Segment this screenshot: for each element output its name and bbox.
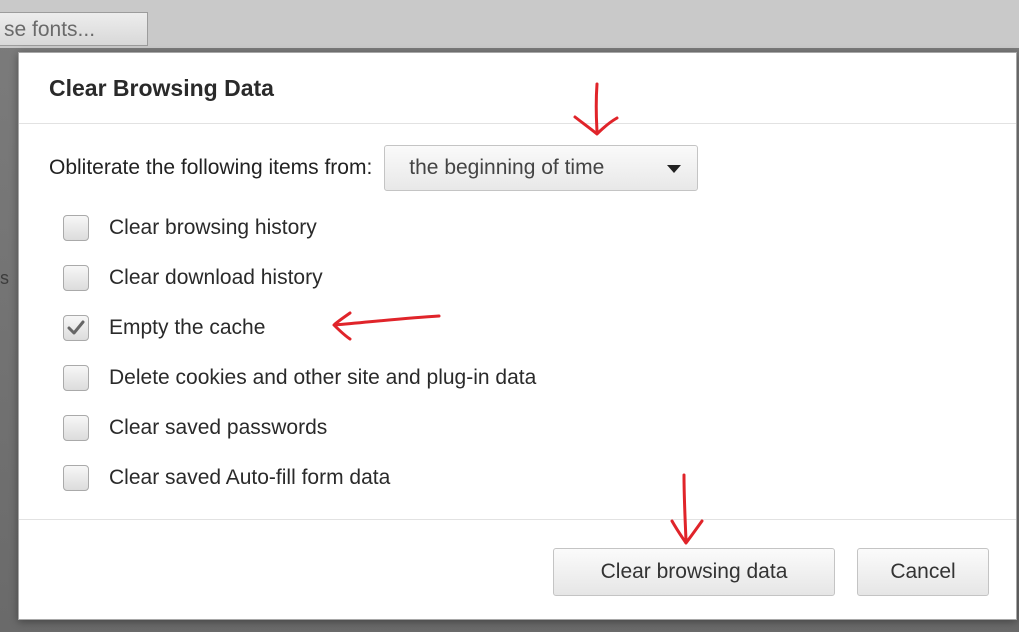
option-label: Clear download history — [109, 266, 323, 289]
dialog-title: Clear Browsing Data — [49, 75, 274, 101]
options-list: Clear browsing history Clear download hi… — [63, 203, 536, 503]
option-label: Empty the cache — [109, 316, 266, 339]
time-range-select[interactable]: the beginning of time — [384, 145, 699, 191]
background-text-fragment: s — [0, 268, 9, 288]
checkbox[interactable] — [63, 415, 89, 441]
option-delete-cookies[interactable]: Delete cookies and other site and plug-i… — [63, 353, 536, 403]
option-label: Clear saved Auto-fill form data — [109, 466, 391, 489]
checkmark-icon — [67, 320, 85, 335]
checkbox[interactable] — [63, 465, 89, 491]
option-label: Clear saved passwords — [109, 416, 328, 439]
screen: se fonts... s Clear Browsing Data Oblite… — [0, 0, 1019, 632]
checkbox-checked[interactable] — [63, 315, 89, 341]
checkbox[interactable] — [63, 365, 89, 391]
time-range-selected-value: the beginning of time — [409, 156, 605, 179]
background-fonts-button[interactable]: se fonts... — [0, 12, 148, 46]
option-clear-saved-passwords[interactable]: Clear saved passwords — [63, 403, 536, 453]
checkbox[interactable] — [63, 265, 89, 291]
time-range-label: Obliterate the following items from: — [49, 156, 373, 179]
option-label: Delete cookies and other site and plug-i… — [109, 366, 537, 389]
clear-browsing-data-button[interactable]: Clear browsing data — [553, 548, 835, 596]
dialog-footer: Clear browsing data Cancel — [19, 519, 1016, 619]
clear-browsing-data-dialog: Clear Browsing Data Obliterate the follo… — [18, 52, 1017, 620]
option-empty-cache[interactable]: Empty the cache — [63, 303, 536, 353]
caret-down-icon — [667, 165, 682, 173]
option-clear-browsing-history[interactable]: Clear browsing history — [63, 203, 536, 253]
option-clear-download-history[interactable]: Clear download history — [63, 253, 536, 303]
background-page — [0, 0, 1019, 48]
checkbox[interactable] — [63, 215, 89, 241]
option-label: Clear browsing history — [109, 216, 317, 239]
time-range-row: Obliterate the following items from: the… — [49, 145, 699, 191]
cancel-button[interactable]: Cancel — [857, 548, 989, 596]
dialog-header: Clear Browsing Data — [19, 53, 1016, 124]
option-clear-autofill[interactable]: Clear saved Auto-fill form data — [63, 453, 536, 503]
